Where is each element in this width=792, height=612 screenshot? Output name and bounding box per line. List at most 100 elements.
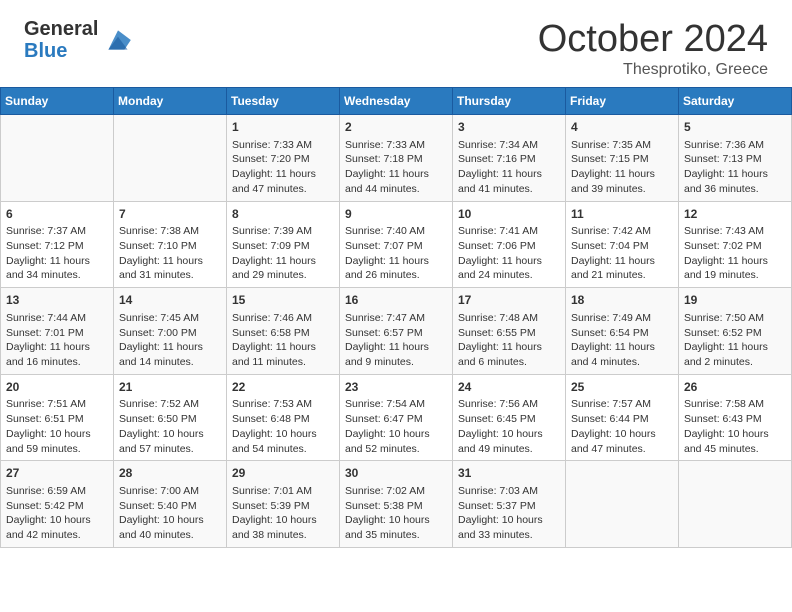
cell-day-number: 20 bbox=[6, 379, 108, 396]
cell-info-text: Sunrise: 7:33 AM Sunset: 7:20 PM Dayligh… bbox=[232, 138, 334, 197]
cell-day-number: 3 bbox=[458, 119, 560, 136]
weekday-header-cell: Tuesday bbox=[227, 88, 340, 115]
cell-info-text: Sunrise: 7:44 AM Sunset: 7:01 PM Dayligh… bbox=[6, 311, 108, 370]
cell-day-number: 2 bbox=[345, 119, 447, 136]
weekday-header-cell: Friday bbox=[566, 88, 679, 115]
cell-day-number: 17 bbox=[458, 292, 560, 309]
calendar-cell: 16 Sunrise: 7:47 AM Sunset: 6:57 PM Dayli… bbox=[340, 288, 453, 375]
calendar-cell: 7Sunrise: 7:38 AM Sunset: 7:10 PM Daylig… bbox=[114, 201, 227, 288]
cell-info-text: Sunrise: 7:35 AM Sunset: 7:15 PM Dayligh… bbox=[571, 138, 673, 197]
calendar-cell: 1 Sunrise: 7:33 AM Sunset: 7:20 PM Daylig… bbox=[227, 115, 340, 202]
cell-day-number: 26 bbox=[684, 379, 786, 396]
cell-info-text: Sunrise: 7:03 AM Sunset: 5:37 PM Dayligh… bbox=[458, 484, 560, 543]
calendar-cell bbox=[566, 461, 679, 548]
cell-day-number: 6 bbox=[6, 206, 108, 223]
subtitle: Thesprotiko, Greece bbox=[538, 61, 768, 79]
cell-info-text: Sunrise: 7:02 AM Sunset: 5:38 PM Dayligh… bbox=[345, 484, 447, 543]
calendar-cell: 27 Sunrise: 6:59 AM Sunset: 5:42 PM Dayli… bbox=[1, 461, 114, 548]
weekday-header-cell: Thursday bbox=[453, 88, 566, 115]
cell-day-number: 12 bbox=[684, 206, 786, 223]
calendar-cell: 23Sunrise: 7:54 AM Sunset: 6:47 PM Dayli… bbox=[340, 374, 453, 461]
cell-info-text: Sunrise: 7:45 AM Sunset: 7:00 PM Dayligh… bbox=[119, 311, 221, 370]
cell-day-number: 18 bbox=[571, 292, 673, 309]
cell-day-number: 14 bbox=[119, 292, 221, 309]
cell-day-number: 4 bbox=[571, 119, 673, 136]
calendar-cell: 8Sunrise: 7:39 AM Sunset: 7:09 PM Daylig… bbox=[227, 201, 340, 288]
cell-day-number: 1 bbox=[232, 119, 334, 136]
calendar-cell: 5 Sunrise: 7:36 AM Sunset: 7:13 PM Daylig… bbox=[679, 115, 792, 202]
calendar-table: SundayMondayTuesdayWednesdayThursdayFrid… bbox=[0, 87, 792, 548]
cell-info-text: Sunrise: 7:57 AM Sunset: 6:44 PM Dayligh… bbox=[571, 397, 673, 456]
cell-info-text: Sunrise: 7:39 AM Sunset: 7:09 PM Dayligh… bbox=[232, 224, 334, 283]
cell-day-number: 30 bbox=[345, 465, 447, 482]
calendar-cell: 26Sunrise: 7:58 AM Sunset: 6:43 PM Dayli… bbox=[679, 374, 792, 461]
calendar-week-row: 6Sunrise: 7:37 AM Sunset: 7:12 PM Daylig… bbox=[1, 201, 792, 288]
weekday-header-row: SundayMondayTuesdayWednesdayThursdayFrid… bbox=[1, 88, 792, 115]
cell-info-text: Sunrise: 7:49 AM Sunset: 6:54 PM Dayligh… bbox=[571, 311, 673, 370]
cell-info-text: Sunrise: 7:34 AM Sunset: 7:16 PM Dayligh… bbox=[458, 138, 560, 197]
cell-info-text: Sunrise: 7:54 AM Sunset: 6:47 PM Dayligh… bbox=[345, 397, 447, 456]
cell-day-number: 5 bbox=[684, 119, 786, 136]
calendar-cell: 6Sunrise: 7:37 AM Sunset: 7:12 PM Daylig… bbox=[1, 201, 114, 288]
cell-info-text: Sunrise: 7:51 AM Sunset: 6:51 PM Dayligh… bbox=[6, 397, 108, 456]
calendar-cell: 19Sunrise: 7:50 AM Sunset: 6:52 PM Dayli… bbox=[679, 288, 792, 375]
cell-info-text: Sunrise: 7:00 AM Sunset: 5:40 PM Dayligh… bbox=[119, 484, 221, 543]
weekday-header-cell: Saturday bbox=[679, 88, 792, 115]
cell-day-number: 22 bbox=[232, 379, 334, 396]
cell-info-text: Sunrise: 7:53 AM Sunset: 6:48 PM Dayligh… bbox=[232, 397, 334, 456]
cell-day-number: 15 bbox=[232, 292, 334, 309]
cell-day-number: 11 bbox=[571, 206, 673, 223]
cell-day-number: 28 bbox=[119, 465, 221, 482]
calendar-week-row: 1 Sunrise: 7:33 AM Sunset: 7:20 PM Daylig… bbox=[1, 115, 792, 202]
cell-info-text: Sunrise: 7:46 AM Sunset: 6:58 PM Dayligh… bbox=[232, 311, 334, 370]
calendar-cell: 13 Sunrise: 7:44 AM Sunset: 7:01 PM Dayli… bbox=[1, 288, 114, 375]
calendar-week-row: 27 Sunrise: 6:59 AM Sunset: 5:42 PM Dayli… bbox=[1, 461, 792, 548]
page-header: General Blue October 2024 Thesprotiko, G… bbox=[0, 0, 792, 87]
cell-day-number: 29 bbox=[232, 465, 334, 482]
calendar-cell: 21Sunrise: 7:52 AM Sunset: 6:50 PM Dayli… bbox=[114, 374, 227, 461]
cell-info-text: Sunrise: 7:41 AM Sunset: 7:06 PM Dayligh… bbox=[458, 224, 560, 283]
calendar-cell: 10Sunrise: 7:41 AM Sunset: 7:06 PM Dayli… bbox=[453, 201, 566, 288]
cell-info-text: Sunrise: 7:38 AM Sunset: 7:10 PM Dayligh… bbox=[119, 224, 221, 283]
cell-day-number: 16 bbox=[345, 292, 447, 309]
calendar-cell: 24Sunrise: 7:56 AM Sunset: 6:45 PM Dayli… bbox=[453, 374, 566, 461]
cell-day-number: 24 bbox=[458, 379, 560, 396]
cell-info-text: Sunrise: 7:47 AM Sunset: 6:57 PM Dayligh… bbox=[345, 311, 447, 370]
cell-info-text: Sunrise: 7:58 AM Sunset: 6:43 PM Dayligh… bbox=[684, 397, 786, 456]
calendar-cell: 4 Sunrise: 7:35 AM Sunset: 7:15 PM Daylig… bbox=[566, 115, 679, 202]
calendar-cell: 25Sunrise: 7:57 AM Sunset: 6:44 PM Dayli… bbox=[566, 374, 679, 461]
cell-info-text: Sunrise: 7:52 AM Sunset: 6:50 PM Dayligh… bbox=[119, 397, 221, 456]
month-title: October 2024 bbox=[538, 18, 768, 61]
cell-day-number: 13 bbox=[6, 292, 108, 309]
weekday-header-cell: Monday bbox=[114, 88, 227, 115]
calendar-cell: 11Sunrise: 7:42 AM Sunset: 7:04 PM Dayli… bbox=[566, 201, 679, 288]
cell-info-text: Sunrise: 7:42 AM Sunset: 7:04 PM Dayligh… bbox=[571, 224, 673, 283]
cell-day-number: 31 bbox=[458, 465, 560, 482]
calendar-cell: 30 Sunrise: 7:02 AM Sunset: 5:38 PM Dayli… bbox=[340, 461, 453, 548]
logo-general-text: General bbox=[24, 18, 98, 40]
calendar-cell: 22Sunrise: 7:53 AM Sunset: 6:48 PM Dayli… bbox=[227, 374, 340, 461]
weekday-header-cell: Wednesday bbox=[340, 88, 453, 115]
calendar-cell: 2 Sunrise: 7:33 AM Sunset: 7:18 PM Daylig… bbox=[340, 115, 453, 202]
calendar-cell: 28 Sunrise: 7:00 AM Sunset: 5:40 PM Dayli… bbox=[114, 461, 227, 548]
calendar-week-row: 20Sunrise: 7:51 AM Sunset: 6:51 PM Dayli… bbox=[1, 374, 792, 461]
calendar-cell bbox=[1, 115, 114, 202]
weekday-header-cell: Sunday bbox=[1, 88, 114, 115]
cell-day-number: 27 bbox=[6, 465, 108, 482]
calendar-cell bbox=[114, 115, 227, 202]
cell-day-number: 10 bbox=[458, 206, 560, 223]
calendar-cell bbox=[679, 461, 792, 548]
calendar-cell: 12Sunrise: 7:43 AM Sunset: 7:02 PM Dayli… bbox=[679, 201, 792, 288]
cell-day-number: 7 bbox=[119, 206, 221, 223]
cell-day-number: 25 bbox=[571, 379, 673, 396]
cell-info-text: Sunrise: 6:59 AM Sunset: 5:42 PM Dayligh… bbox=[6, 484, 108, 543]
calendar-cell: 29Sunrise: 7:01 AM Sunset: 5:39 PM Dayli… bbox=[227, 461, 340, 548]
cell-info-text: Sunrise: 7:33 AM Sunset: 7:18 PM Dayligh… bbox=[345, 138, 447, 197]
cell-info-text: Sunrise: 7:37 AM Sunset: 7:12 PM Dayligh… bbox=[6, 224, 108, 283]
calendar-cell: 15 Sunrise: 7:46 AM Sunset: 6:58 PM Dayli… bbox=[227, 288, 340, 375]
title-block: October 2024 Thesprotiko, Greece bbox=[538, 18, 768, 79]
calendar-header: SundayMondayTuesdayWednesdayThursdayFrid… bbox=[1, 88, 792, 115]
cell-info-text: Sunrise: 7:36 AM Sunset: 7:13 PM Dayligh… bbox=[684, 138, 786, 197]
calendar-cell: 20Sunrise: 7:51 AM Sunset: 6:51 PM Dayli… bbox=[1, 374, 114, 461]
cell-info-text: Sunrise: 7:43 AM Sunset: 7:02 PM Dayligh… bbox=[684, 224, 786, 283]
